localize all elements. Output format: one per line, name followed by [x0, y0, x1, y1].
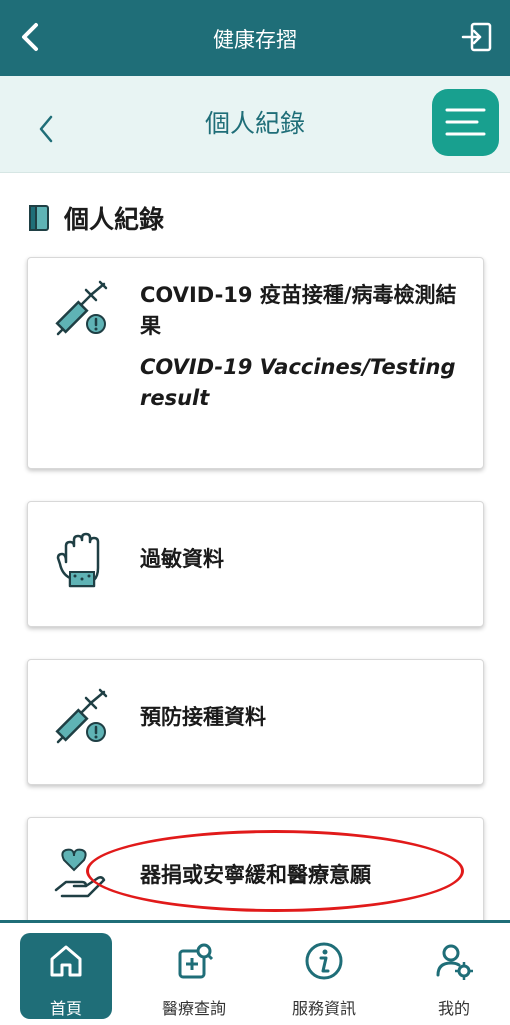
- section-heading: 個人紀錄: [28, 200, 164, 236]
- tab-label: 醫療查詢: [161, 999, 226, 1018]
- tab-label: 服務資訊: [291, 999, 356, 1018]
- card-covid19[interactable]: COVID-19 疫苗接種/病毒檢測結果 COVID-19 Vaccines/T…: [27, 257, 484, 469]
- glove-icon: [56, 532, 100, 588]
- sub-header: 個人紀錄: [0, 76, 510, 173]
- card-title-en: COVID-19 Vaccines/Testing result: [140, 355, 456, 410]
- menu-button[interactable]: [432, 89, 499, 156]
- top-bar: 健康存摺: [0, 0, 510, 76]
- tab-label: 我的: [437, 999, 470, 1018]
- tab-service-info[interactable]: 服務資訊: [278, 933, 370, 1019]
- user-settings-icon: [436, 944, 473, 980]
- syringe-icon: [55, 280, 108, 336]
- card-title-zh: 預防接種資料: [140, 705, 266, 729]
- app-title: 健康存摺: [213, 28, 297, 52]
- tab-my[interactable]: 我的: [408, 933, 500, 1019]
- card-vaccination[interactable]: 預防接種資料: [27, 659, 484, 785]
- logout-icon[interactable]: [460, 20, 494, 54]
- tab-home[interactable]: 首頁: [20, 933, 112, 1019]
- hamburger-menu-icon: [445, 108, 486, 136]
- tab-medical-search[interactable]: 醫療查詢: [148, 933, 240, 1019]
- home-icon: [50, 945, 82, 977]
- syringe-icon: [55, 688, 108, 744]
- card-allergy[interactable]: 過敏資料: [27, 501, 484, 627]
- section-title-text: 個人紀錄: [64, 205, 165, 234]
- highlight-ellipse: [86, 830, 464, 912]
- medical-search-icon: [178, 943, 214, 979]
- card-title-zh: COVID-19 疫苗接種/病毒檢測結果: [140, 283, 457, 338]
- tab-label: 首頁: [49, 999, 82, 1018]
- info-icon: [305, 942, 343, 980]
- bottom-nav: 首頁 醫療查詢 服務資訊 我的: [0, 920, 510, 1025]
- book-icon: [29, 205, 49, 231]
- card-title-zh: 過敏資料: [140, 547, 224, 571]
